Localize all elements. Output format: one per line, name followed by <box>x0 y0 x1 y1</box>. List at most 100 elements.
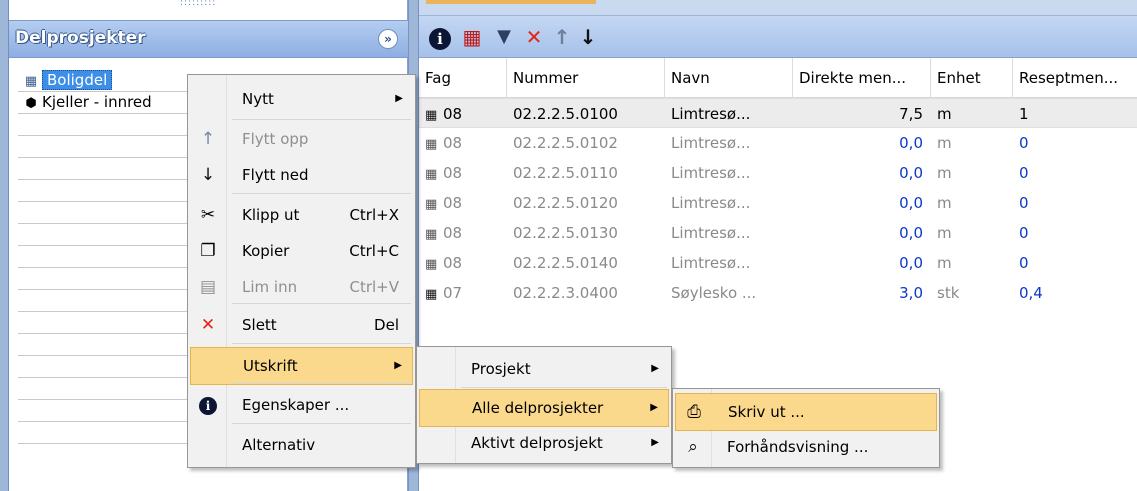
cell-text: m <box>937 134 952 152</box>
menu-item-label: Klipp ut <box>242 206 300 224</box>
menu-item-label: Aktivt delprosjekt <box>471 434 603 452</box>
grid-icon[interactable]: ▦ <box>457 22 487 52</box>
table-row[interactable]: ▦ 08 02.2.2.5.0140 Limtresø... 0,0 m 0 <box>419 248 1137 278</box>
print-preview-icon: ⌕ <box>688 437 698 457</box>
table-row[interactable]: ▦ 08 02.2.2.5.0102 Limtresø... 0,0 m 0 <box>419 128 1137 158</box>
cell-text: Søylesko ... <box>671 284 757 302</box>
menu-item-label: Alle delprosjekter <box>472 399 604 417</box>
column-header-nummer[interactable]: Nummer <box>507 58 665 98</box>
menu-item-aktivt-delprosjekt[interactable]: Aktivt delprosjekt ▶ <box>419 425 669 461</box>
table-row[interactable]: ▦ 07 02.2.2.3.0400 Søylesko ... 3,0 stk 0,4 <box>419 278 1137 308</box>
table-row[interactable]: ▦ 08 02.2.2.5.0100 Limtresø... 7,5 m 1 <box>419 98 1137 128</box>
cell-direkte: 0,0 <box>793 248 931 278</box>
menu-item-alternativ[interactable]: Alternativ <box>190 427 413 463</box>
menu-item-prosjekt[interactable]: Prosjekt ▶ <box>419 351 669 387</box>
menu-item-utskrift[interactable]: Utskrift ▶ <box>190 347 413 385</box>
cell-enhet: m <box>931 128 1013 158</box>
menu-item-egenskaper[interactable]: i Egenskaper ... <box>190 387 413 423</box>
grid-icon: ▦ <box>425 137 438 152</box>
cell-text: 08 <box>443 164 463 182</box>
cell-resept: 0 <box>1013 218 1137 248</box>
cell-direkte: 3,0 <box>793 278 931 308</box>
tree-item-boligdel[interactable]: ▦ Boligdel <box>20 69 113 91</box>
cell-direkte: 7,5 <box>793 99 931 129</box>
cell-text: 0,4 <box>1019 284 1043 302</box>
panel-grip[interactable]: ::::::::: <box>180 0 250 8</box>
menu-item-flytt-ned[interactable]: ↓ Flytt ned <box>190 157 413 193</box>
cell-text: 0 <box>1019 134 1029 152</box>
grid-icon: ▦ <box>425 167 438 182</box>
menu-item-label: Prosjekt <box>471 360 531 378</box>
cell-enhet: m <box>931 218 1013 248</box>
cell-text: 0,0 <box>899 134 923 152</box>
menu-item-slett[interactable]: ✕ Slett Del <box>190 307 413 343</box>
menu-item-alle-delprosjekter[interactable]: Alle delprosjekter ▶ <box>419 389 669 427</box>
cell-nummer: 02.2.2.5.0140 <box>507 248 665 278</box>
column-header-navn[interactable]: Navn <box>665 58 793 98</box>
submenu-arrow-icon: ▶ <box>651 363 659 374</box>
cell-nummer: 02.2.2.5.0120 <box>507 188 665 218</box>
cell-text: 02.2.2.5.0120 <box>513 194 618 212</box>
menu-item-kopier[interactable]: ❐ Kopier Ctrl+C <box>190 233 413 269</box>
cell-text: 02.2.2.3.0400 <box>513 284 618 302</box>
info-icon[interactable]: i <box>425 22 455 52</box>
menu-item-shortcut: Ctrl+V <box>349 278 399 296</box>
table-row[interactable]: ▦ 08 02.2.2.5.0110 Limtresø... 0,0 m 0 <box>419 158 1137 188</box>
cell-resept: 0,4 <box>1013 278 1137 308</box>
menu-item-skriv-ut[interactable]: ⎙ Skriv ut ... <box>675 393 937 431</box>
arrow-up-icon: ↑ <box>200 129 216 149</box>
tool-icon[interactable]: ▼ <box>489 22 519 52</box>
menu-item-klipp-ut[interactable]: ✂ Klipp ut Ctrl+X <box>190 197 413 233</box>
cell-text: 02.2.2.5.0140 <box>513 254 618 272</box>
column-header-direkte[interactable]: Direkte men... <box>793 58 931 98</box>
cell-direkte: 0,0 <box>793 188 931 218</box>
cell-text: Limtresø... <box>671 224 751 242</box>
grid-header: Fag Nummer Navn Direkte men... Enhet Res… <box>419 58 1137 98</box>
paste-icon: ▤ <box>199 277 217 297</box>
house-icon: ▦ <box>24 74 38 89</box>
column-header-fag[interactable]: Fag <box>419 58 507 98</box>
arrow-down-icon[interactable]: ↓ <box>573 22 603 52</box>
menu-item-flytt-opp[interactable]: ↑ Flytt opp <box>190 121 413 157</box>
cell-fag: ▦ 08 <box>419 188 507 218</box>
column-header-enhet[interactable]: Enhet <box>931 58 1013 98</box>
cell-text: 1 <box>1019 105 1029 123</box>
tree-item-kjeller[interactable]: ⬢ Kjeller - innred <box>20 91 151 113</box>
table-row[interactable]: ▦ 08 02.2.2.5.0130 Limtresø... 0,0 m 0 <box>419 218 1137 248</box>
cell-nummer: 02.2.2.5.0100 <box>507 99 665 129</box>
cell-text: 3,0 <box>899 284 923 302</box>
cell-text: 0 <box>1019 194 1029 212</box>
info-icon: i <box>190 387 226 423</box>
cell-text: m <box>937 105 952 123</box>
cell-resept: 0 <box>1013 248 1137 278</box>
table-row[interactable]: ▦ 08 02.2.2.5.0120 Limtresø... 0,0 m 0 <box>419 188 1137 218</box>
menu-item-lim-inn[interactable]: ▤ Lim inn Ctrl+V <box>190 269 413 305</box>
cell-text: 0 <box>1019 164 1029 182</box>
panel-title: Delprosjekter <box>15 28 146 48</box>
cell-navn: Limtresø... <box>665 99 793 129</box>
cell-enhet: m <box>931 248 1013 278</box>
menu-item-forhåndsvisning[interactable]: ⌕ Forhåndsvisning ... <box>675 429 937 465</box>
cell-text: 0,0 <box>899 194 923 212</box>
menu-item-nytt[interactable]: Nytt ▶ <box>190 81 413 117</box>
menu-separator <box>232 193 411 194</box>
menu-separator <box>232 119 411 120</box>
double-chevron-down-icon[interactable]: » <box>378 29 398 49</box>
delete-icon[interactable]: ✕ <box>519 22 549 52</box>
left-window-edge <box>0 0 9 491</box>
menu-item-label: Skriv ut ... <box>728 403 805 421</box>
cube-icon: ⬢ <box>25 96 37 111</box>
column-header-resept[interactable]: Reseptmen... <box>1013 58 1137 98</box>
cell-text: m <box>937 194 952 212</box>
cell-resept: 1 <box>1013 99 1137 129</box>
active-tab-indicator[interactable] <box>426 0 596 4</box>
grid-icon: ▦ <box>425 227 438 242</box>
menu-separator <box>232 303 411 304</box>
delprosjekter-header: Delprosjekter » <box>9 20 408 58</box>
cell-navn: Limtresø... <box>665 158 793 188</box>
context-menu: Nytt ▶ ↑ Flytt opp ↓ Flytt ned ✂ Klipp ut Ctrl+X… <box>187 74 416 468</box>
cell-resept: 0 <box>1013 128 1137 158</box>
tree-item-label: Boligdel <box>42 70 113 90</box>
submenu-arrow-icon: ▶ <box>650 402 658 413</box>
cell-text: 08 <box>443 254 463 272</box>
